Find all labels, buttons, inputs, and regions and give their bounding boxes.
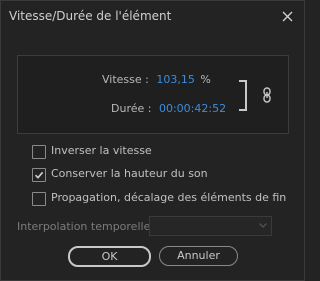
maintain-pitch-checkbox[interactable] (32, 168, 46, 182)
ripple-edit-label: Propagation, décalage des éléments de fi… (51, 191, 287, 204)
speed-duration-group: Vitesse : 103,15 % Durée : 00:00:42:52 (17, 55, 289, 134)
reverse-speed-label: Inverser la vitesse (51, 144, 152, 157)
maintain-pitch-label: Conserver la hauteur du son (51, 167, 208, 180)
duration-label: Durée : (111, 102, 152, 115)
speed-unit: % (200, 73, 211, 86)
chevron-down-icon (259, 223, 267, 228)
speed-label: Vitesse : (102, 73, 149, 86)
checkmark-icon (34, 171, 44, 179)
speed-value-field[interactable]: 103,15 (156, 73, 195, 86)
close-icon[interactable] (278, 7, 298, 27)
reverse-speed-checkbox[interactable] (32, 145, 46, 159)
title-bar: Vitesse/Durée de l'élément (1, 1, 304, 33)
dialog-title: Vitesse/Durée de l'élément (9, 9, 172, 23)
link-bracket (239, 80, 247, 111)
time-interpolation-select[interactable] (149, 216, 272, 236)
duration-value-field[interactable]: 00:00:42:52 (159, 102, 226, 115)
ok-button[interactable]: OK (68, 246, 151, 267)
chain-link-icon[interactable] (262, 87, 272, 103)
speed-row: Vitesse : 103,15 % (102, 73, 211, 86)
speed-duration-dialog: Vitesse/Durée de l'élément Vitesse : 103… (0, 0, 305, 281)
time-interpolation-label: Interpolation temporelle : (17, 220, 158, 233)
duration-row: Durée : 00:00:42:52 (111, 102, 226, 115)
ripple-edit-checkbox[interactable] (32, 192, 46, 206)
cancel-button[interactable]: Annuler (159, 246, 238, 266)
